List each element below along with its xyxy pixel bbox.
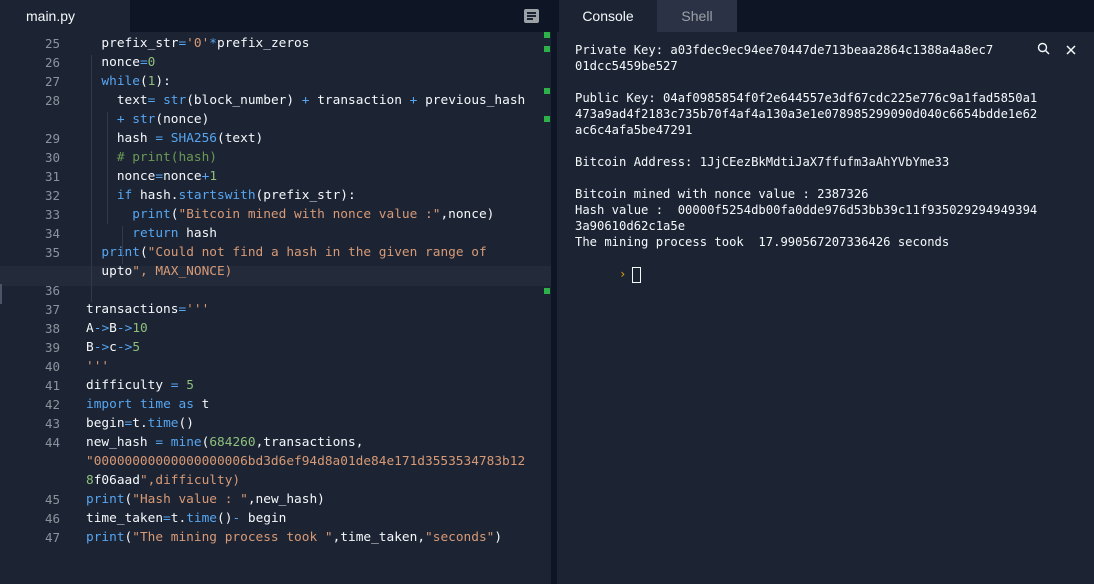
line-number: 39	[44, 340, 60, 355]
code-line[interactable]: 8f06aad",difficulty)	[86, 473, 240, 488]
change-marker	[544, 46, 550, 52]
tab-shell[interactable]: Shell	[657, 0, 737, 32]
line-number: 42	[44, 397, 60, 412]
code-line[interactable]: nonce=nonce+1	[86, 169, 217, 184]
line-number: 25	[44, 36, 60, 51]
code-line[interactable]: '''	[86, 359, 109, 374]
code-line[interactable]: B->c->5	[86, 340, 140, 355]
line-number: 43	[44, 416, 60, 431]
indent-guide	[122, 226, 123, 264]
console-output-line: The mining process took 17.9905672073364…	[575, 235, 950, 249]
editor-tab-bar: main.py	[0, 0, 551, 32]
line-number: 45	[44, 492, 60, 507]
code-line[interactable]: print("The mining process took ",time_ta…	[86, 530, 502, 545]
line-number: 41	[44, 378, 60, 393]
line-number: 32	[44, 188, 60, 203]
line-number: 31	[44, 169, 60, 184]
indent-guide	[107, 112, 108, 224]
line-number: 27	[44, 74, 60, 89]
change-marker	[544, 288, 550, 294]
indent-guide	[91, 55, 92, 302]
file-menu-icon[interactable]	[524, 9, 539, 23]
line-number: 40	[44, 359, 60, 374]
console-output-line: 01dcc5459be527	[575, 59, 678, 73]
code-line[interactable]: A->B->10	[86, 321, 148, 336]
line-number: 34	[44, 226, 60, 241]
code-line[interactable]: begin=t.time()	[86, 416, 194, 431]
code-line[interactable]: hash = SHA256(text)	[86, 131, 263, 146]
prompt-icon: ›	[619, 267, 627, 281]
console-output-line: 473a9ad4f2183c735b70f4af4a130a3e1e078985…	[575, 107, 1038, 121]
line-number: 46	[44, 511, 60, 526]
console-output-line: 3a90610d62c1a5e	[575, 219, 686, 233]
code-line[interactable]: new_hash = mine(684260,transactions,	[86, 435, 363, 450]
line-number: 47	[44, 530, 60, 545]
code-line[interactable]: print("Hash value : ",new_hash)	[86, 492, 325, 507]
console-output-line: Public Key: 04af0985854f0f2e644557e3df67…	[575, 91, 1038, 105]
line-number: 35	[44, 245, 60, 260]
code-line[interactable]: transactions='''	[86, 302, 209, 317]
code-line[interactable]: nonce=0	[86, 55, 155, 70]
line-number: 26	[44, 55, 60, 70]
tab-console[interactable]: Console	[559, 0, 657, 32]
code-editor-pane[interactable]: main.py 25 prefix_str='0'*prefix_zeros 26…	[0, 0, 551, 584]
console-output-line: Hash value : 00000f5254db00fa0dde976d53b…	[575, 203, 1038, 217]
line-number: 38	[44, 321, 60, 336]
console-prompt-line[interactable]: ›	[575, 250, 1085, 299]
line-number: 30	[44, 150, 60, 165]
active-line-highlight	[0, 266, 551, 286]
code-line[interactable]: "00000000000000000006bd3d6ef94d8a01de84e…	[86, 454, 525, 469]
code-line[interactable]: prefix_str='0'*prefix_zeros	[86, 36, 309, 51]
code-line[interactable]: while(1):	[86, 74, 170, 89]
line-number: 33	[44, 207, 60, 222]
line-number: 44	[44, 435, 60, 450]
console-tab-bar: Console Shell	[557, 0, 1094, 32]
code-line[interactable]: return hash	[86, 226, 217, 241]
console-output-line: Bitcoin Address: 1JjCEezBkMdtiJaX7ffufm3…	[575, 155, 950, 169]
code-line[interactable]: text= str(block_number) + transaction + …	[86, 93, 525, 108]
code-line[interactable]: upto", MAX_NONCE)	[86, 264, 232, 279]
console-output-line: Private Key: a03fdec9ec94ee70447de713bea…	[575, 43, 994, 57]
line-number: 37	[44, 302, 60, 317]
code-line[interactable]: if hash.startswith(prefix_str):	[86, 188, 356, 203]
change-marker	[544, 88, 550, 94]
code-line[interactable]: time_taken=t.time()- begin	[86, 511, 286, 526]
text-cursor	[632, 266, 642, 283]
console-output[interactable]: Private Key: a03fdec9ec94ee70447de713bea…	[575, 42, 1085, 299]
code-line[interactable]: # print(hash)	[86, 150, 217, 165]
code-line[interactable]: import time as t	[86, 397, 209, 412]
console-pane[interactable]: Console Shell Private Key: a03fdec9ec94e…	[557, 0, 1094, 584]
code-line[interactable]: + str(nonce)	[86, 112, 210, 127]
code-line[interactable]: print("Could not find a hash in the give…	[86, 245, 486, 260]
change-marker	[544, 116, 550, 122]
tab-main-py[interactable]: main.py	[0, 0, 130, 32]
line-number: 36	[44, 283, 60, 298]
line-number: 28	[44, 93, 60, 108]
line-number: 29	[44, 131, 60, 146]
console-output-line: ac6c4afa5be47291	[575, 123, 693, 137]
code-line[interactable]: print("Bitcoin mined with nonce value :"…	[86, 207, 494, 222]
console-output-line: Bitcoin mined with nonce value : 2387326	[575, 187, 869, 201]
change-marker	[544, 32, 550, 38]
code-line[interactable]: difficulty = 5	[86, 378, 194, 393]
